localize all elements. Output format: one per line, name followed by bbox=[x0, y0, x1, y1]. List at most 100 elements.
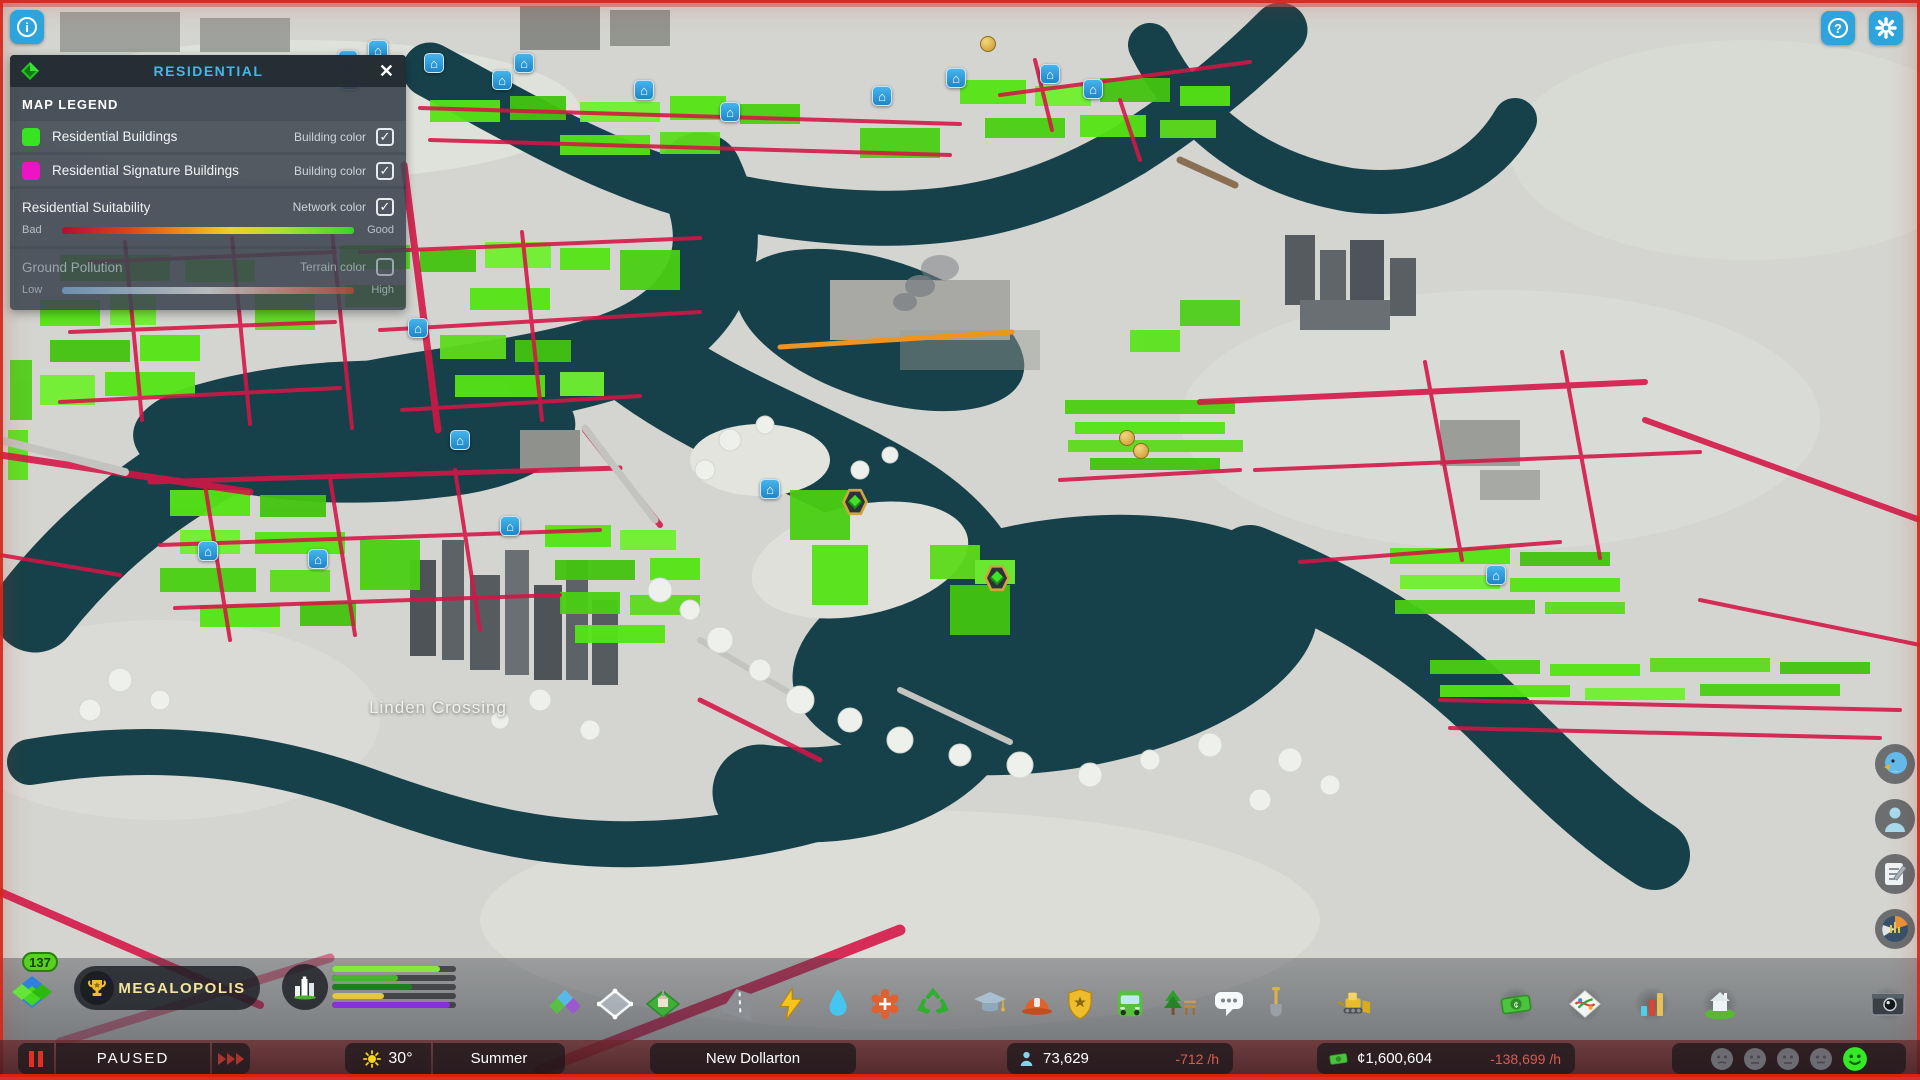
residential-infoview-panel: RESIDENTIAL ✕ MAP LEGEND Residential Bui… bbox=[10, 55, 406, 310]
pause-button[interactable] bbox=[18, 1043, 54, 1074]
building-levelup-icon[interactable]: ⌂ bbox=[450, 430, 470, 450]
building-levelup-icon[interactable]: ⌂ bbox=[424, 53, 444, 73]
toolbar-city-info-button[interactable] bbox=[1702, 986, 1738, 1022]
building-levelup-icon[interactable]: ⌂ bbox=[946, 68, 966, 88]
demand-bar bbox=[332, 975, 398, 981]
close-button[interactable]: ✕ bbox=[377, 61, 396, 82]
happiness-widget[interactable] bbox=[1672, 1043, 1906, 1074]
settings-button[interactable] bbox=[1869, 11, 1903, 45]
chirper-button[interactable] bbox=[1875, 744, 1915, 784]
toolbar-landscaping-button[interactable] bbox=[645, 986, 681, 1022]
toolbar-economy-button[interactable]: ¢ bbox=[1498, 986, 1534, 1022]
network-color-checkbox[interactable]: ✓ bbox=[376, 198, 394, 216]
row-label: Residential Buildings bbox=[52, 129, 178, 144]
building-levelup-icon[interactable]: ⌂ bbox=[760, 479, 780, 499]
scale-min-label: Bad bbox=[22, 224, 42, 236]
treasury-value: ¢1,600,604 bbox=[1357, 1050, 1433, 1067]
demand-bar bbox=[332, 993, 384, 999]
toolbar-education-button[interactable] bbox=[972, 986, 1008, 1022]
toolbar-zones-button[interactable] bbox=[547, 986, 583, 1022]
toolbar-fire-rescue-button[interactable] bbox=[1019, 986, 1055, 1022]
toolbar-water-button[interactable] bbox=[820, 986, 856, 1022]
happiness-face-icon bbox=[1744, 1047, 1766, 1070]
building-levelup-icon[interactable]: ⌂ bbox=[492, 70, 512, 90]
pollution-gradient bbox=[62, 286, 354, 294]
demand-bar bbox=[332, 1002, 450, 1008]
game-viewport: ⌂ ⌂ ⌂ ⌂ ⌂ ⌂ ⌂ ⌂ ⌂ ⌂ ⌂ ⌂ ⌂ ⌂ ⌂ ⌂ ⌂ ⌂ ⌂ Li… bbox=[0, 0, 1920, 1080]
help-button[interactable]: ? bbox=[1821, 11, 1855, 45]
season-widget[interactable]: Summer bbox=[433, 1043, 565, 1074]
citizen-icon bbox=[1885, 807, 1905, 832]
milestone-button[interactable]: MEGALOPOLIS bbox=[74, 966, 260, 1010]
bus-icon bbox=[1117, 990, 1143, 1017]
city-name-widget[interactable]: New Dollarton bbox=[650, 1043, 856, 1074]
treasury-widget[interactable]: ¢1,600,604 -138,699 /h bbox=[1317, 1043, 1575, 1074]
camera-icon bbox=[1871, 993, 1905, 1016]
city-statistics-button[interactable] bbox=[1875, 909, 1915, 949]
toolbar-electricity-button[interactable] bbox=[773, 986, 809, 1022]
building-levelup-icon[interactable]: ⌂ bbox=[308, 549, 328, 569]
toolbar-garbage-button[interactable] bbox=[915, 986, 951, 1022]
building-levelup-icon[interactable]: ⌂ bbox=[514, 53, 534, 73]
demand-panel-button[interactable] bbox=[282, 964, 328, 1010]
healthcare-icon bbox=[871, 989, 899, 1019]
shovel-icon bbox=[1270, 987, 1282, 1017]
building-color-checkbox[interactable]: ✓ bbox=[376, 127, 394, 146]
toolbar-healthcare-button[interactable] bbox=[867, 986, 903, 1022]
building-levelup-icon[interactable]: ⌂ bbox=[1083, 79, 1103, 99]
population-widget[interactable]: 73,629 -712 /h bbox=[1007, 1043, 1233, 1074]
scale-max-label: High bbox=[371, 284, 394, 296]
toolbar-communications-button[interactable] bbox=[1211, 986, 1247, 1022]
building-levelup-icon[interactable]: ⌂ bbox=[1486, 565, 1506, 585]
legend-block-pollution: Ground Pollution Terrain color Low High bbox=[10, 249, 406, 310]
toggle-label: Building color bbox=[293, 129, 366, 144]
terrain-color-checkbox[interactable] bbox=[376, 258, 394, 276]
bar-chart-icon bbox=[1641, 993, 1663, 1016]
citizens-button[interactable] bbox=[1875, 799, 1915, 839]
legend-block-suitability: Residential Suitability Network color ✓ … bbox=[10, 189, 406, 246]
building-levelup-icon[interactable]: ⌂ bbox=[408, 318, 428, 338]
building-levelup-icon[interactable]: ⌂ bbox=[500, 516, 520, 536]
demand-bar bbox=[332, 966, 440, 972]
statistics-pie-icon bbox=[1882, 915, 1908, 942]
toolbar-transportation-button[interactable] bbox=[1112, 986, 1148, 1022]
landscaping-icon bbox=[645, 990, 681, 1018]
weather-widget[interactable]: 30° bbox=[345, 1043, 431, 1074]
legend-row-residential-buildings: Residential Buildings Building color ✓ bbox=[10, 121, 406, 152]
notification-icon[interactable] bbox=[1133, 443, 1149, 459]
building-levelup-icon[interactable]: ⌂ bbox=[198, 541, 218, 561]
help-icon: ? bbox=[1828, 18, 1848, 38]
building-levelup-icon[interactable]: ⌂ bbox=[720, 102, 740, 122]
toolbar-police-button[interactable] bbox=[1062, 986, 1098, 1022]
toolbar-infoviews-button[interactable] bbox=[1567, 986, 1603, 1022]
toolbar-terraforming-button[interactable] bbox=[1258, 986, 1294, 1022]
notification-icon[interactable] bbox=[980, 36, 996, 52]
milestone-count-badge: 137 bbox=[22, 952, 58, 972]
building-levelup-icon[interactable]: ⌂ bbox=[634, 80, 654, 100]
happiness-face-icon bbox=[1711, 1047, 1733, 1070]
speed-button[interactable] bbox=[212, 1043, 250, 1074]
water-drop-icon bbox=[829, 989, 847, 1016]
journal-button[interactable] bbox=[1875, 854, 1915, 894]
toolbar-areas-button[interactable] bbox=[597, 986, 633, 1022]
info-button[interactable]: i bbox=[10, 10, 44, 44]
chirper-bird-icon bbox=[1884, 752, 1907, 774]
toolbar-photo-mode-button[interactable] bbox=[1870, 986, 1906, 1022]
signature-buildings-swatch bbox=[22, 161, 40, 180]
notification-icon[interactable] bbox=[1119, 430, 1135, 446]
residential-buildings-swatch bbox=[22, 127, 40, 146]
zoning-demand-bars[interactable] bbox=[332, 966, 462, 1008]
toolbar-bulldozer-button[interactable] bbox=[1336, 986, 1372, 1022]
building-levelup-icon[interactable]: ⌂ bbox=[1040, 64, 1060, 84]
building-color-checkbox[interactable]: ✓ bbox=[376, 161, 394, 180]
recycle-icon bbox=[917, 987, 949, 1014]
building-levelup-icon[interactable]: ⌂ bbox=[872, 86, 892, 106]
row-label: Residential Signature Buildings bbox=[52, 163, 239, 178]
toolbar-roads-button[interactable] bbox=[722, 986, 758, 1022]
district-label: Linden Crossing bbox=[369, 698, 507, 717]
milestone-progress-icon[interactable] bbox=[6, 968, 58, 1014]
police-badge-icon bbox=[1068, 988, 1092, 1020]
toolbar-parks-button[interactable] bbox=[1162, 986, 1198, 1022]
toolbar-statistics-button[interactable] bbox=[1634, 986, 1670, 1022]
fire-helmet-icon bbox=[1022, 998, 1052, 1015]
